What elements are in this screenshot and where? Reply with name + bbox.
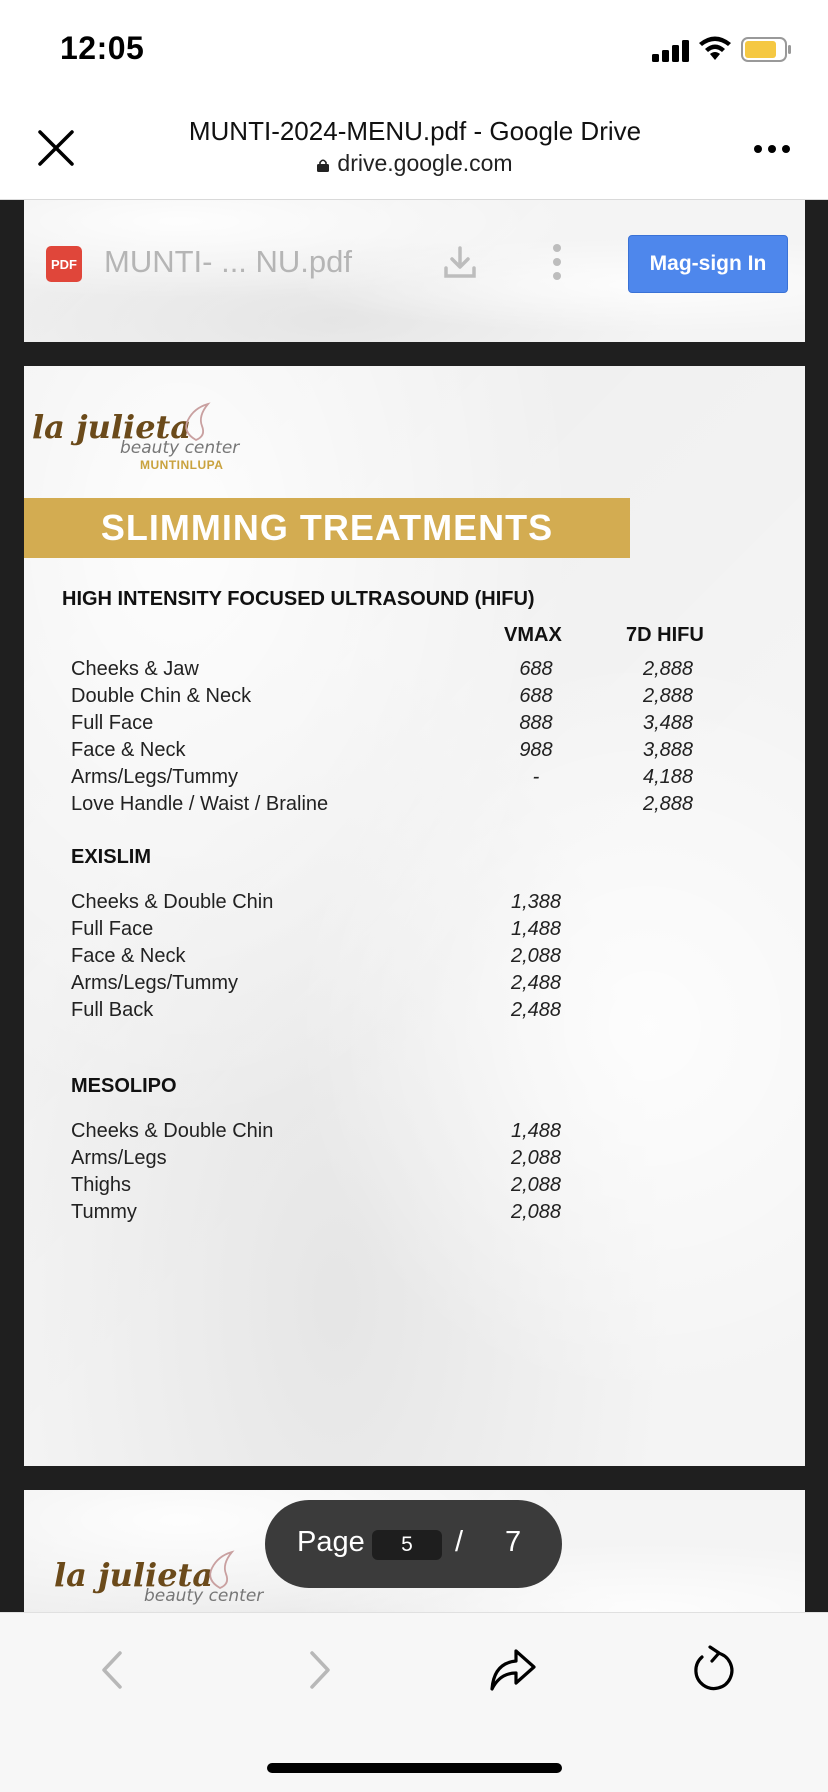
hifu-row-name: Cheeks & Jaw [71, 658, 199, 680]
hifu-row-7d: 2,888 [642, 685, 694, 707]
mesolipo-row-name: Thighs [71, 1174, 132, 1196]
hifu-row-7d: 3,888 [642, 739, 694, 761]
exislim-row-price: 2,488 [510, 972, 562, 994]
page-title: MUNTI-2024-MENU.pdf - Google Drive [188, 116, 642, 146]
exislim-row-name: Full Face [71, 918, 154, 940]
hifu-row-name: Love Handle / Waist / Braline [71, 793, 329, 815]
hifu-title: HIGH INTENSITY FOCUSED ULTRASOUND (HIFU) [62, 588, 535, 610]
status-time: 12:05 [60, 30, 145, 66]
logo-subtitle: beauty center [144, 1586, 264, 1606]
browser-header: MUNTI-2024-MENU.pdf - Google Drive drive… [0, 96, 828, 200]
share-icon[interactable] [488, 1645, 538, 1695]
brand-logo: la julieta beauty center MUNTINLUPA [32, 402, 242, 484]
total-pages: 7 [505, 1526, 522, 1558]
close-icon[interactable] [34, 126, 78, 170]
logo-location: MUNTINLUPA [140, 458, 224, 472]
logo-swirl-icon [185, 402, 211, 441]
pdf-file-icon: PDF [46, 246, 82, 282]
hifu-row-7d: 3,488 [642, 712, 694, 734]
file-menu-icon[interactable] [550, 244, 564, 280]
hifu-row-7d: 2,888 [642, 658, 694, 680]
drive-toolbar: PDF MUNTI- ... NU.pdf Mag-sign In [24, 200, 805, 342]
home-indicator [267, 1763, 562, 1773]
page-indicator: Page 5 / 7 [265, 1500, 562, 1588]
mesolipo-row-name: Cheeks & Double Chin [71, 1120, 274, 1142]
current-page-input[interactable]: 5 [372, 1530, 442, 1560]
download-icon[interactable] [442, 244, 478, 280]
wifi-icon [699, 36, 731, 60]
exislim-title: EXISLIM [71, 846, 152, 868]
hifu-row-vmax: 988 [519, 739, 553, 761]
hifu-row-name: Arms/Legs/Tummy [71, 766, 239, 788]
hifu-row-name: Full Face [71, 712, 154, 734]
status-bar: 12:05 [0, 0, 828, 96]
cellular-signal-icon [652, 40, 690, 62]
mesolipo-row-price: 2,088 [510, 1201, 562, 1223]
logo-subtitle: beauty center [120, 438, 240, 458]
col-vmax: VMAX [504, 624, 562, 646]
exislim-row-name: Arms/Legs/Tummy [71, 972, 239, 994]
forward-icon[interactable] [292, 1645, 342, 1695]
back-icon[interactable] [90, 1645, 140, 1695]
browser-toolbar [0, 1612, 828, 1792]
exislim-row-price: 1,488 [510, 918, 562, 940]
page-separator: / [455, 1526, 464, 1558]
lock-icon [317, 159, 330, 172]
section-banner: SLIMMING TREATMENTS [24, 498, 630, 558]
exislim-row-name: Full Back [71, 999, 154, 1021]
battery-icon [741, 37, 791, 62]
hifu-row-7d: 2,888 [642, 793, 694, 815]
exislim-row-name: Face & Neck [71, 945, 186, 967]
hifu-row-vmax: 888 [519, 712, 553, 734]
exislim-row-price: 2,088 [510, 945, 562, 967]
file-name: MUNTI- ... NU.pdf [104, 244, 353, 279]
pdf-page-5: la julieta beauty center MUNTINLUPA SLIM… [24, 366, 805, 1466]
col-7d-hifu: 7D HIFU [626, 624, 704, 646]
reload-icon[interactable] [688, 1645, 738, 1695]
domain-text: drive.google.com [337, 150, 513, 176]
exislim-row-name: Cheeks & Double Chin [71, 891, 274, 913]
pdf-viewer[interactable]: PDF MUNTI- ... NU.pdf Mag-sign In la jul… [0, 200, 828, 1612]
mesolipo-row-name: Arms/Legs [71, 1147, 167, 1169]
brand-logo-next: la julieta beauty center [54, 1550, 264, 1612]
hifu-row-vmax: 688 [519, 685, 553, 707]
logo-swirl-icon [209, 1550, 235, 1589]
hifu-row-vmax: 688 [519, 658, 553, 680]
sign-in-button[interactable]: Mag-sign In [628, 235, 788, 293]
mesolipo-title: MESOLIPO [71, 1075, 177, 1097]
hifu-row-7d: 4,188 [642, 766, 694, 788]
hifu-row-name: Double Chin & Neck [71, 685, 252, 707]
more-options-icon[interactable] [748, 134, 796, 164]
hifu-row-vmax: - [532, 766, 540, 788]
banner-title: SLIMMING TREATMENTS [100, 507, 554, 548]
mesolipo-row-price: 2,088 [510, 1174, 562, 1196]
mesolipo-row-price: 2,088 [510, 1147, 562, 1169]
mesolipo-row-name: Tummy [71, 1201, 137, 1223]
exislim-row-price: 2,488 [510, 999, 562, 1021]
mesolipo-row-price: 1,488 [510, 1120, 562, 1142]
page-domain: drive.google.com [120, 150, 710, 177]
hifu-row-name: Face & Neck [71, 739, 186, 761]
exislim-row-price: 1,388 [510, 891, 562, 913]
page-label: Page [297, 1526, 365, 1558]
